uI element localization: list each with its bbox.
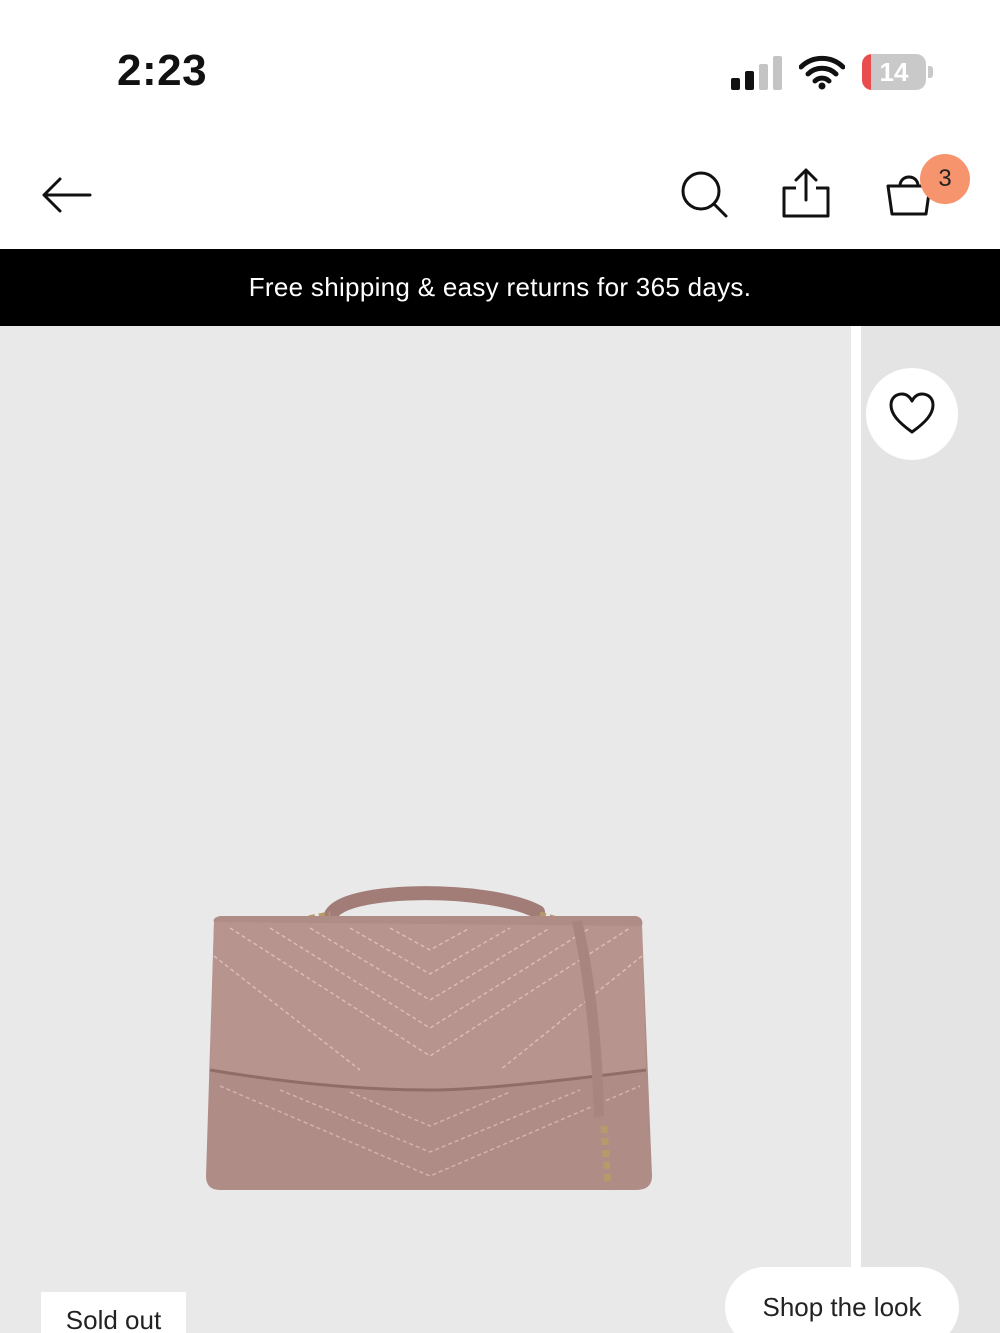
share-button[interactable] xyxy=(778,164,834,222)
promo-banner: Free shipping & easy returns for 365 day… xyxy=(0,249,1000,326)
product-image xyxy=(206,886,652,1190)
arrow-left-icon xyxy=(42,177,92,213)
cart-count-badge: 3 xyxy=(920,154,970,204)
share-icon xyxy=(782,168,830,218)
wifi-icon xyxy=(799,55,845,90)
back-button[interactable] xyxy=(36,170,96,220)
search-button[interactable] xyxy=(676,166,732,222)
shopping-bag-button[interactable]: 3 xyxy=(880,154,970,226)
status-time: 2:23 xyxy=(117,46,208,95)
wishlist-button[interactable] xyxy=(866,368,958,460)
product-image-carousel[interactable]: Sold out Shop the look xyxy=(0,326,1000,1333)
battery-level: 14 xyxy=(879,57,909,87)
slide-divider xyxy=(851,326,861,1333)
shop-the-look-button[interactable]: Shop the look xyxy=(725,1267,959,1333)
heart-icon xyxy=(889,392,935,434)
sold-out-label: Sold out xyxy=(41,1292,186,1333)
status-bar: 2:23 14 xyxy=(0,0,1000,140)
next-product-image[interactable] xyxy=(861,326,1000,1333)
nav-bar: 3 xyxy=(0,140,1000,250)
cellular-signal-icon xyxy=(731,56,782,90)
battery-indicator: 14 xyxy=(862,54,934,90)
search-icon xyxy=(681,171,728,218)
